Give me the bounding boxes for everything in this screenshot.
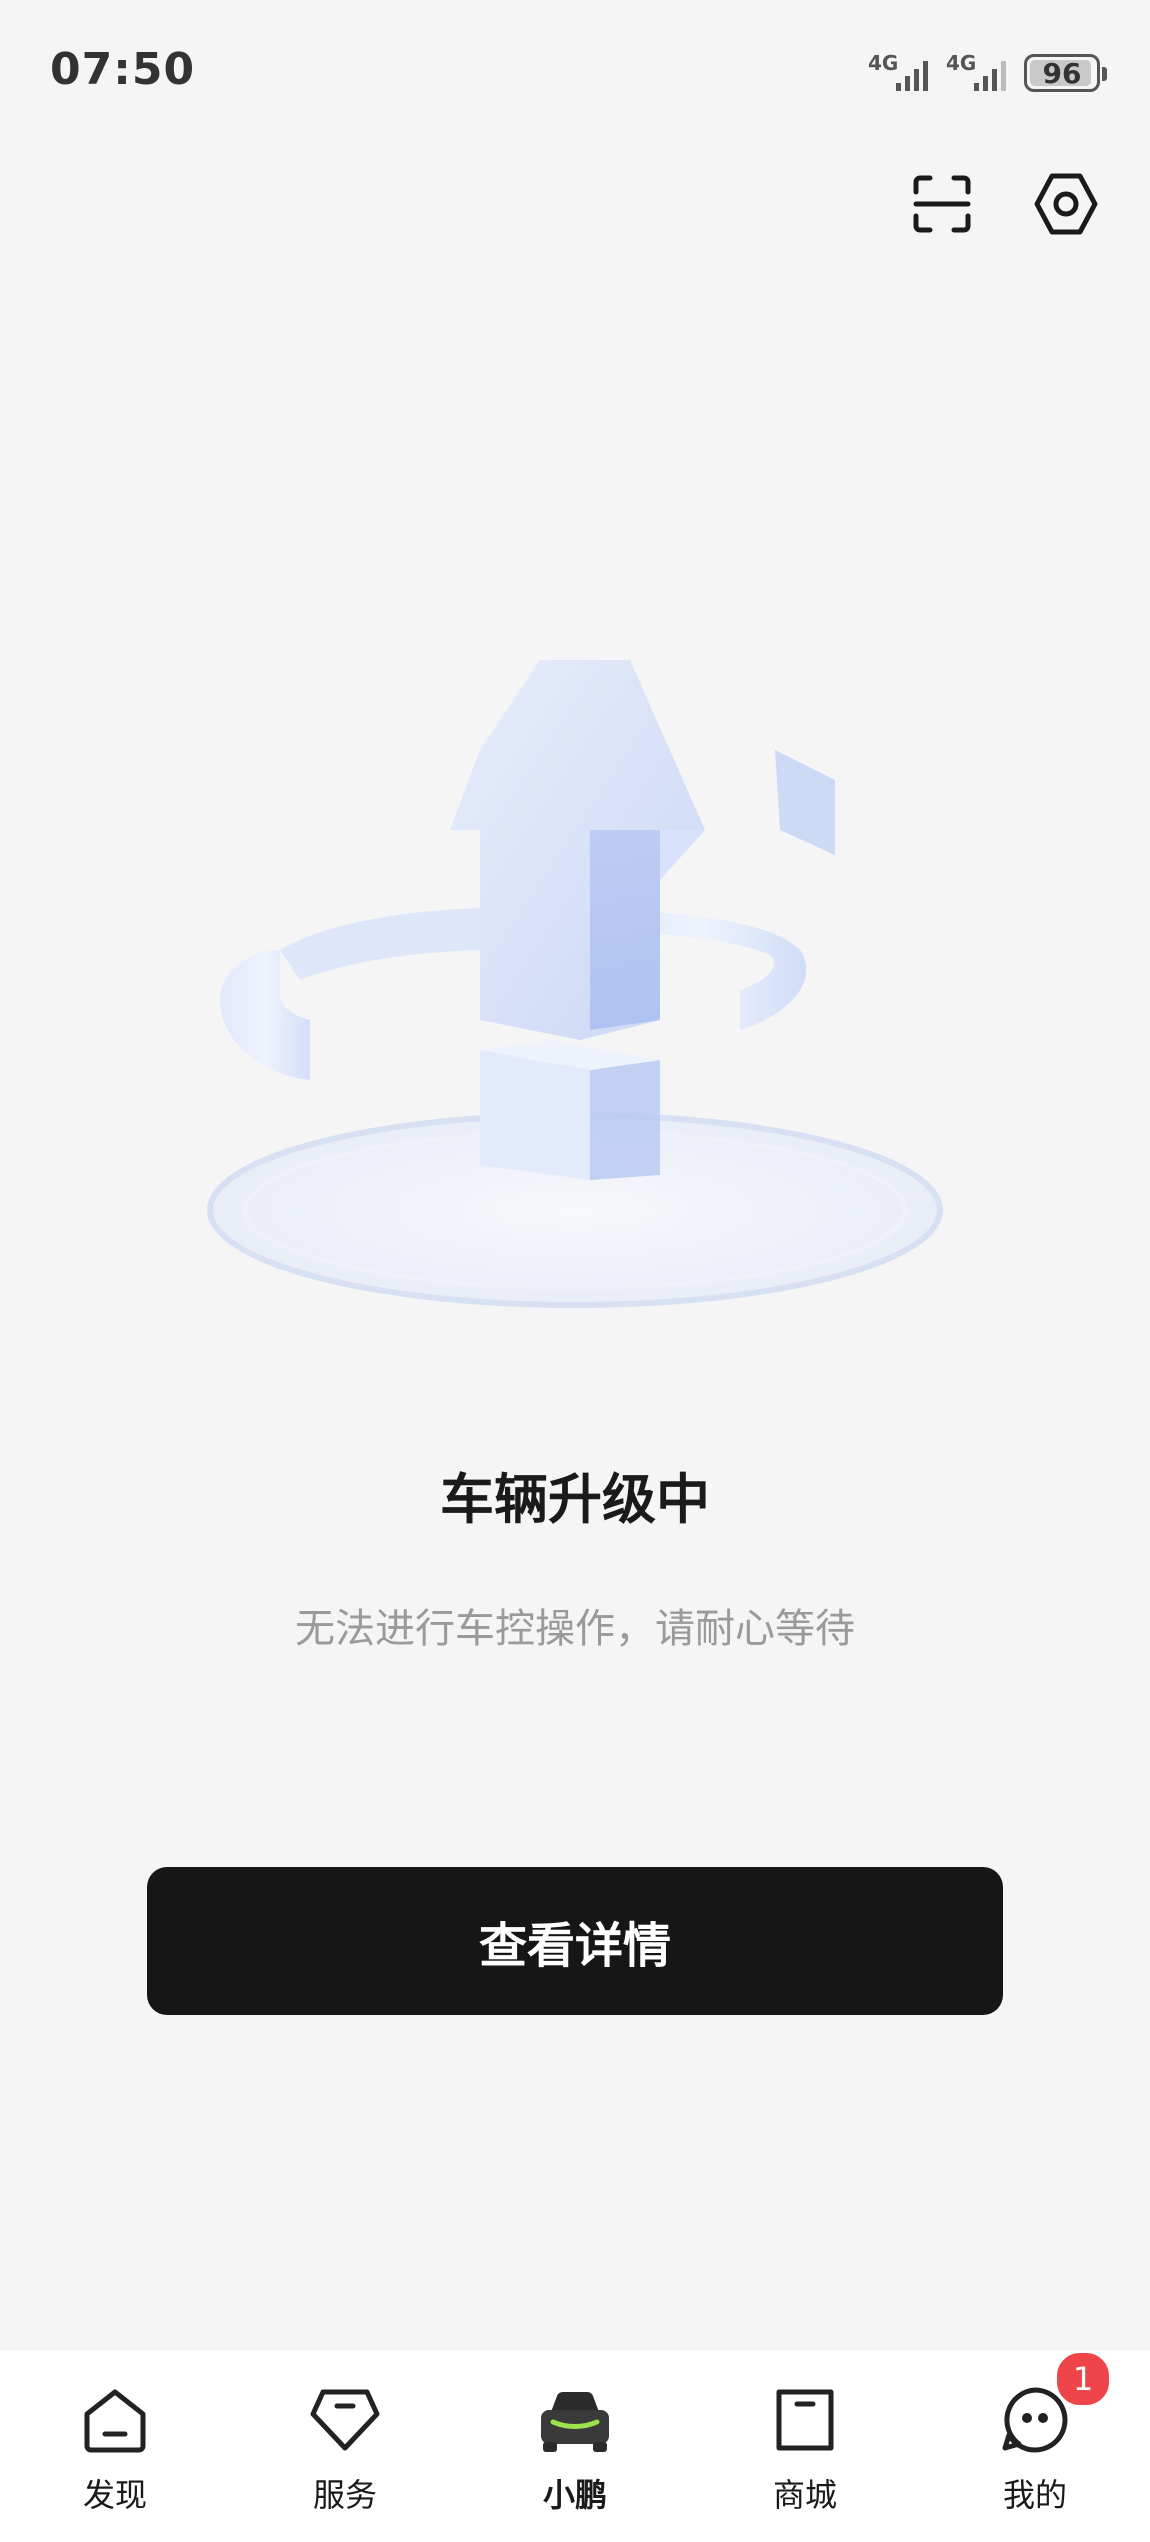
signal-strength-icon: 4G	[946, 51, 1012, 95]
status-indicators: 4G 4G 96	[868, 50, 1107, 96]
view-details-button[interactable]: 查看详情	[147, 1867, 1003, 2015]
tab-label: 商城	[772, 2476, 837, 2514]
battery-icon: 96	[1024, 54, 1107, 92]
settings-hex-icon[interactable]	[1032, 170, 1100, 238]
upgrade-arrow-illustration	[180, 620, 970, 1380]
scan-icon[interactable]	[908, 170, 976, 238]
shop-icon	[765, 2380, 845, 2460]
tab-shop[interactable]: 商城	[690, 2350, 920, 2542]
bottom-tab-bar: 发现 服务 小鹏 商城 我的 1	[0, 2350, 1150, 2542]
notification-badge: 1	[1054, 2350, 1112, 2408]
page-title: 车辆升级中	[440, 1468, 710, 1531]
discover-icon	[75, 2380, 155, 2460]
tab-label: 小鹏	[542, 2476, 607, 2514]
tab-xpeng[interactable]: 小鹏	[460, 2350, 690, 2542]
tab-discover[interactable]: 发现	[0, 2350, 230, 2542]
tab-profile[interactable]: 我的 1	[920, 2350, 1150, 2542]
service-icon	[305, 2380, 385, 2460]
top-actions	[908, 170, 1100, 238]
tab-service[interactable]: 服务	[230, 2350, 460, 2542]
car-icon	[535, 2380, 615, 2460]
tab-label: 我的	[1002, 2476, 1067, 2514]
tab-label: 服务	[312, 2476, 377, 2514]
status-bar: 07:50 4G 4G 96	[0, 0, 1150, 140]
page-subtitle: 无法进行车控操作，请耐心等待	[295, 1606, 855, 1652]
tab-label: 发现	[82, 2476, 147, 2514]
signal-strength-icon: 4G	[868, 51, 934, 95]
battery-level: 96	[1042, 56, 1082, 90]
status-time: 07:50	[50, 44, 196, 95]
